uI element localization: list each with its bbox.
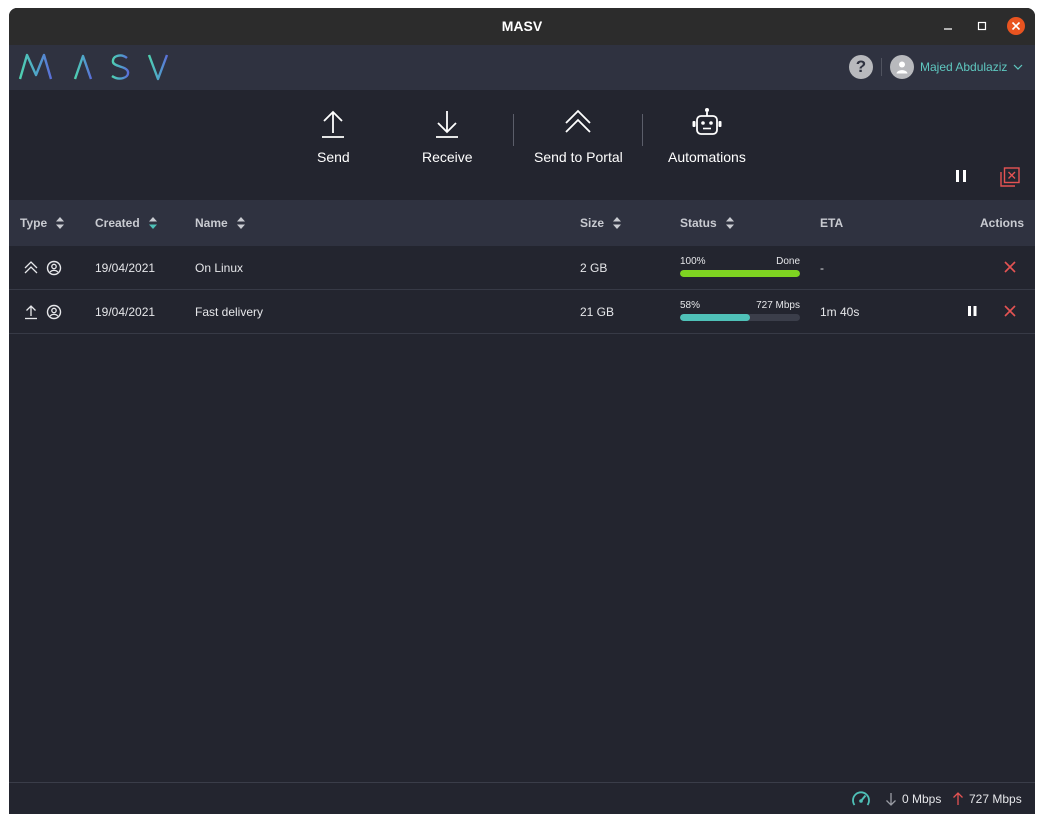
send-to-portal-button[interactable]: Send to Portal	[534, 107, 623, 165]
pause-icon	[956, 170, 966, 182]
progress-percent: 58%	[680, 300, 701, 311]
portal-icon	[24, 261, 38, 274]
help-button[interactable]: ?	[849, 55, 873, 79]
automations-button[interactable]: Automations	[668, 107, 746, 165]
created-cell: 19/04/2021	[95, 261, 156, 275]
upload-icon	[25, 305, 37, 320]
column-label: Created	[95, 216, 140, 230]
arrow-down-icon	[886, 793, 896, 806]
upload-speed: 727 Mbps	[952, 792, 1022, 806]
upload-icon	[322, 110, 345, 138]
sort-icon	[56, 217, 65, 229]
receive-label: Receive	[422, 149, 473, 165]
clear-all-icon	[1000, 167, 1020, 187]
app-header: ? Majed Abdulaziz	[9, 45, 1035, 90]
type-cell	[23, 260, 62, 276]
title-bar: MASV	[9, 8, 1035, 45]
minimize-icon	[944, 28, 952, 30]
app-window: MASV ? Majed Abdulaziz Send Receive Send…	[9, 8, 1035, 814]
progress-bar	[680, 314, 800, 321]
receive-button[interactable]: Receive	[422, 107, 473, 165]
close-window-button[interactable]	[1007, 17, 1025, 35]
send-button[interactable]: Send	[317, 107, 350, 165]
column-label: Name	[195, 216, 228, 230]
table-row[interactable]: 19/04/2021 On Linux 2 GB 100% Done -	[9, 246, 1035, 290]
toolbar-divider	[513, 114, 514, 146]
size-cell: 2 GB	[580, 261, 608, 275]
created-cell: 19/04/2021	[95, 305, 156, 319]
action-toolbar: Send Receive Send to Portal Automations	[9, 90, 1035, 200]
column-header-eta: ETA	[820, 216, 843, 230]
speedometer-icon	[852, 791, 870, 806]
cancel-all-button[interactable]	[1000, 167, 1020, 192]
cancel-transfer-button[interactable]	[1003, 260, 1017, 277]
pause-all-button[interactable]	[955, 169, 967, 188]
column-label: Size	[580, 216, 605, 230]
transfer-speed: 727 Mbps	[756, 300, 800, 311]
close-icon	[1011, 21, 1021, 31]
cancel-transfer-button[interactable]	[1003, 304, 1017, 321]
column-label: Status	[680, 216, 717, 230]
close-icon	[1004, 305, 1016, 317]
type-cell	[23, 304, 62, 320]
send-to-portal-label: Send to Portal	[534, 149, 623, 165]
masv-logo	[17, 51, 177, 88]
pause-icon	[968, 306, 977, 316]
status-text: Done	[776, 256, 800, 267]
user-icon	[896, 61, 908, 74]
eta-cell: 1m 40s	[820, 305, 860, 319]
avatar	[890, 55, 914, 79]
name-cell: On Linux	[195, 261, 244, 275]
automations-label: Automations	[668, 149, 746, 165]
column-header-size[interactable]: Size	[580, 216, 622, 230]
column-header-name[interactable]: Name	[195, 216, 246, 230]
status-progress: 100% Done	[680, 256, 800, 277]
pause-transfer-button[interactable]	[966, 304, 978, 321]
arrow-up-icon	[953, 792, 963, 805]
progress-bar	[680, 270, 800, 277]
column-label: Actions	[980, 216, 1025, 230]
maximize-button[interactable]	[973, 17, 991, 35]
table-row[interactable]: 19/04/2021 Fast delivery 21 GB 58% 727 M…	[9, 290, 1035, 334]
sort-icon	[236, 217, 245, 229]
column-header-type[interactable]: Type	[20, 216, 65, 230]
status-progress: 58% 727 Mbps	[680, 300, 800, 321]
chevron-down-icon	[1013, 64, 1023, 70]
progress-percent: 100%	[680, 256, 706, 267]
column-label: Type	[20, 216, 48, 230]
column-header-created[interactable]: Created	[95, 216, 158, 230]
column-header-actions: Actions	[980, 216, 1024, 230]
close-icon	[1004, 261, 1016, 273]
user-circle-icon	[46, 260, 62, 276]
portal-icon	[565, 109, 591, 133]
column-header-status[interactable]: Status	[680, 216, 735, 230]
sort-icon	[613, 217, 622, 229]
sort-icon	[725, 217, 734, 229]
column-label: ETA	[820, 216, 844, 230]
maximize-icon	[977, 21, 987, 31]
download-speed: 0 Mbps	[885, 792, 941, 806]
transfers-table-header: Type Created Name Size Status ETA Action…	[9, 200, 1035, 246]
speed-test-button[interactable]	[851, 790, 876, 808]
window-title: MASV	[501, 18, 543, 34]
sort-active-icon	[148, 217, 157, 229]
user-menu[interactable]: Majed Abdulaziz	[890, 55, 1023, 79]
progress-fill	[680, 270, 800, 277]
status-bar: 0 Mbps 727 Mbps	[9, 782, 1035, 814]
user-circle-icon	[46, 304, 62, 320]
minimize-button[interactable]	[939, 17, 957, 35]
header-divider	[881, 58, 882, 76]
size-cell: 21 GB	[580, 305, 615, 319]
upload-speed-value: 727 Mbps	[969, 792, 1022, 806]
download-speed-value: 0 Mbps	[902, 792, 942, 806]
name-cell: Fast delivery	[195, 305, 264, 319]
toolbar-divider	[642, 114, 643, 146]
robot-icon	[692, 108, 722, 135]
eta-cell: -	[820, 261, 824, 275]
download-icon	[436, 111, 459, 138]
progress-fill	[680, 314, 750, 321]
send-label: Send	[317, 149, 350, 165]
user-name: Majed Abdulaziz	[920, 60, 1008, 74]
